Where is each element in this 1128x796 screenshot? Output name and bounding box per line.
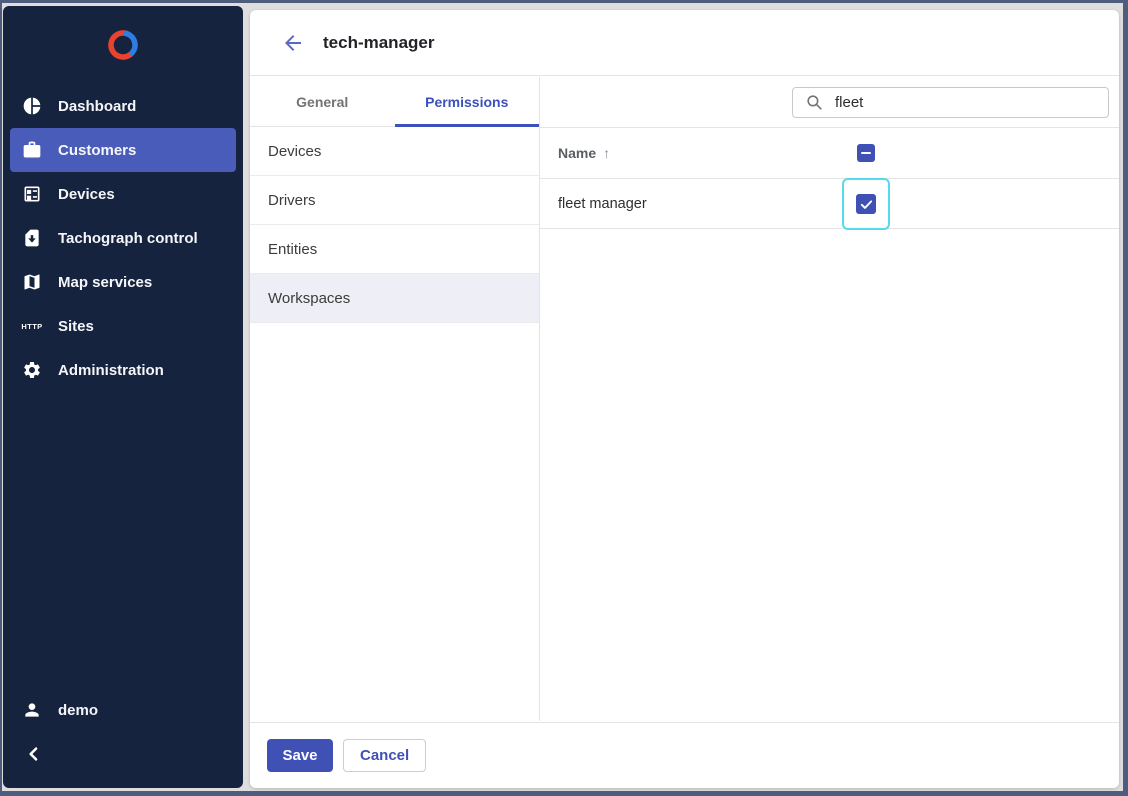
sidebar-item-sites[interactable]: HTTP Sites xyxy=(3,304,243,348)
check-icon xyxy=(859,197,874,212)
tab-label: General xyxy=(296,94,348,110)
cancel-button[interactable]: Cancel xyxy=(343,739,426,772)
search-row xyxy=(540,77,1119,128)
search-icon xyxy=(805,93,824,112)
sidebar-bottom: demo xyxy=(3,688,243,776)
grid-table-icon xyxy=(21,183,43,205)
sidebar-item-devices[interactable]: Devices xyxy=(3,172,243,216)
detail-panel: tech-manager General Permissions Devices xyxy=(250,10,1119,788)
section-item-entities[interactable]: Entities xyxy=(250,225,539,274)
sidebar-item-label: Dashboard xyxy=(58,98,136,115)
card-download-icon xyxy=(21,227,43,249)
tab-bar: General Permissions xyxy=(250,77,539,127)
app-logo xyxy=(3,6,243,84)
sidebar-item-tachograph-control[interactable]: Tachograph control xyxy=(3,216,243,260)
checkbox-focus-ring xyxy=(842,178,890,230)
section-label: Entities xyxy=(268,241,317,258)
sidebar-item-label: Tachograph control xyxy=(58,230,198,247)
search-input[interactable] xyxy=(835,94,1108,111)
sidebar-nav: Dashboard Customers Devices Tachograph c… xyxy=(3,84,243,392)
action-bar: Save Cancel xyxy=(250,722,1119,788)
workspace-table-panel: Name ↑ fleet manager xyxy=(540,77,1119,721)
app-window: Dashboard Customers Devices Tachograph c… xyxy=(0,0,1128,796)
detail-header: tech-manager xyxy=(250,10,1119,76)
tab-permissions[interactable]: Permissions xyxy=(395,77,540,126)
http-icon: HTTP xyxy=(21,315,43,337)
section-label: Workspaces xyxy=(268,290,350,307)
tab-label: Permissions xyxy=(425,94,508,110)
section-item-workspaces[interactable]: Workspaces xyxy=(250,274,539,323)
select-all-checkbox[interactable] xyxy=(857,144,875,162)
sidebar-item-dashboard[interactable]: Dashboard xyxy=(3,84,243,128)
user-label: demo xyxy=(58,702,98,719)
workspace-name-cell: fleet manager xyxy=(558,196,647,212)
sidebar-item-map-services[interactable]: Map services xyxy=(3,260,243,304)
gear-icon xyxy=(21,359,43,381)
sidebar-item-label: Customers xyxy=(58,142,136,159)
user-menu[interactable]: demo xyxy=(3,688,243,732)
map-icon xyxy=(21,271,43,293)
detail-body: General Permissions Devices Drivers Enti… xyxy=(250,77,1119,721)
table-row[interactable]: fleet manager xyxy=(540,179,1119,229)
sidebar-item-label: Sites xyxy=(58,318,94,335)
section-label: Drivers xyxy=(268,192,316,209)
sidebar-item-customers[interactable]: Customers xyxy=(10,128,236,172)
save-button[interactable]: Save xyxy=(267,739,333,772)
permissions-column: General Permissions Devices Drivers Enti… xyxy=(250,77,540,721)
back-button[interactable] xyxy=(280,30,306,56)
sidebar: Dashboard Customers Devices Tachograph c… xyxy=(3,6,243,788)
briefcase-icon xyxy=(21,139,43,161)
sidebar-item-administration[interactable]: Administration xyxy=(3,348,243,392)
section-item-devices[interactable]: Devices xyxy=(250,127,539,176)
minus-icon xyxy=(861,152,871,154)
page-title: tech-manager xyxy=(323,33,434,53)
section-label: Devices xyxy=(268,143,321,160)
row-checkbox[interactable] xyxy=(856,194,876,214)
sidebar-item-label: Administration xyxy=(58,362,164,379)
sort-ascending-icon[interactable]: ↑ xyxy=(603,145,610,161)
sidebar-collapse-button[interactable] xyxy=(3,732,243,776)
table-header-row: Name ↑ xyxy=(540,128,1119,179)
person-icon xyxy=(21,699,43,721)
sidebar-item-label: Devices xyxy=(58,186,115,203)
permission-section-list: Devices Drivers Entities Workspaces xyxy=(250,127,539,323)
section-item-drivers[interactable]: Drivers xyxy=(250,176,539,225)
pie-chart-icon xyxy=(21,95,43,117)
chevron-left-icon xyxy=(23,743,45,765)
sidebar-item-label: Map services xyxy=(58,274,152,291)
logo-icon xyxy=(103,25,143,65)
column-header-name[interactable]: Name xyxy=(558,145,596,161)
search-box xyxy=(792,87,1109,118)
arrow-left-icon xyxy=(281,31,305,55)
tab-general[interactable]: General xyxy=(250,77,395,126)
